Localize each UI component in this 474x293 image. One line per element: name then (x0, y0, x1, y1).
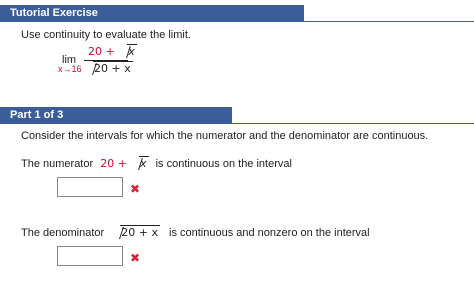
numerator-interval-input[interactable] (57, 177, 123, 197)
header-rule (0, 21, 474, 22)
numerator-suffix: is continuous on the interval (155, 158, 292, 170)
numerator-prefix: The numerator (21, 158, 94, 170)
prompt-text: Use continuity to evaluate the limit. (21, 29, 191, 41)
limit-denominator-expr: 20 + x (93, 61, 133, 75)
numerator-expr-const: 20 + (100, 157, 127, 170)
incorrect-icon: ✖ (130, 251, 141, 265)
limit-numerator: 20 + x (88, 44, 137, 58)
denominator-suffix: is continuous and nonzero on the interva… (169, 227, 370, 239)
denominator-interval-input[interactable] (57, 246, 123, 266)
tutorial-header: Tutorial Exercise (0, 5, 304, 22)
numerator-expr-sqrt: x (130, 156, 149, 170)
denominator-expr-sqrt: 20 + x (111, 225, 160, 239)
part-rule (0, 123, 474, 124)
part-header: Part 1 of 3 (0, 107, 232, 124)
denominator-expr: 20 + x (120, 225, 160, 239)
part-label: Part 1 of 3 (10, 109, 64, 121)
limit-denominator-sqrt: 20 + x (84, 61, 133, 75)
limit-numerator-const: 20 + (88, 45, 115, 58)
numerator-expr-var: x (139, 156, 149, 170)
header-title: Tutorial Exercise (10, 7, 98, 19)
denominator-prefix: The denominator (21, 227, 105, 239)
lim-approach: x→16 (58, 64, 82, 74)
limit-denominator: 20 + x (84, 61, 133, 75)
limit-numerator-var: x (127, 44, 137, 58)
part-instruction: Consider the intervals for which the num… (21, 130, 429, 142)
numerator-line: The numerator 20 + x is continuous on th… (21, 156, 292, 170)
denominator-line: The denominator 20 + x is continuous and… (21, 225, 370, 239)
incorrect-icon: ✖ (130, 182, 141, 196)
limit-numerator-sqrt: x (118, 44, 137, 58)
